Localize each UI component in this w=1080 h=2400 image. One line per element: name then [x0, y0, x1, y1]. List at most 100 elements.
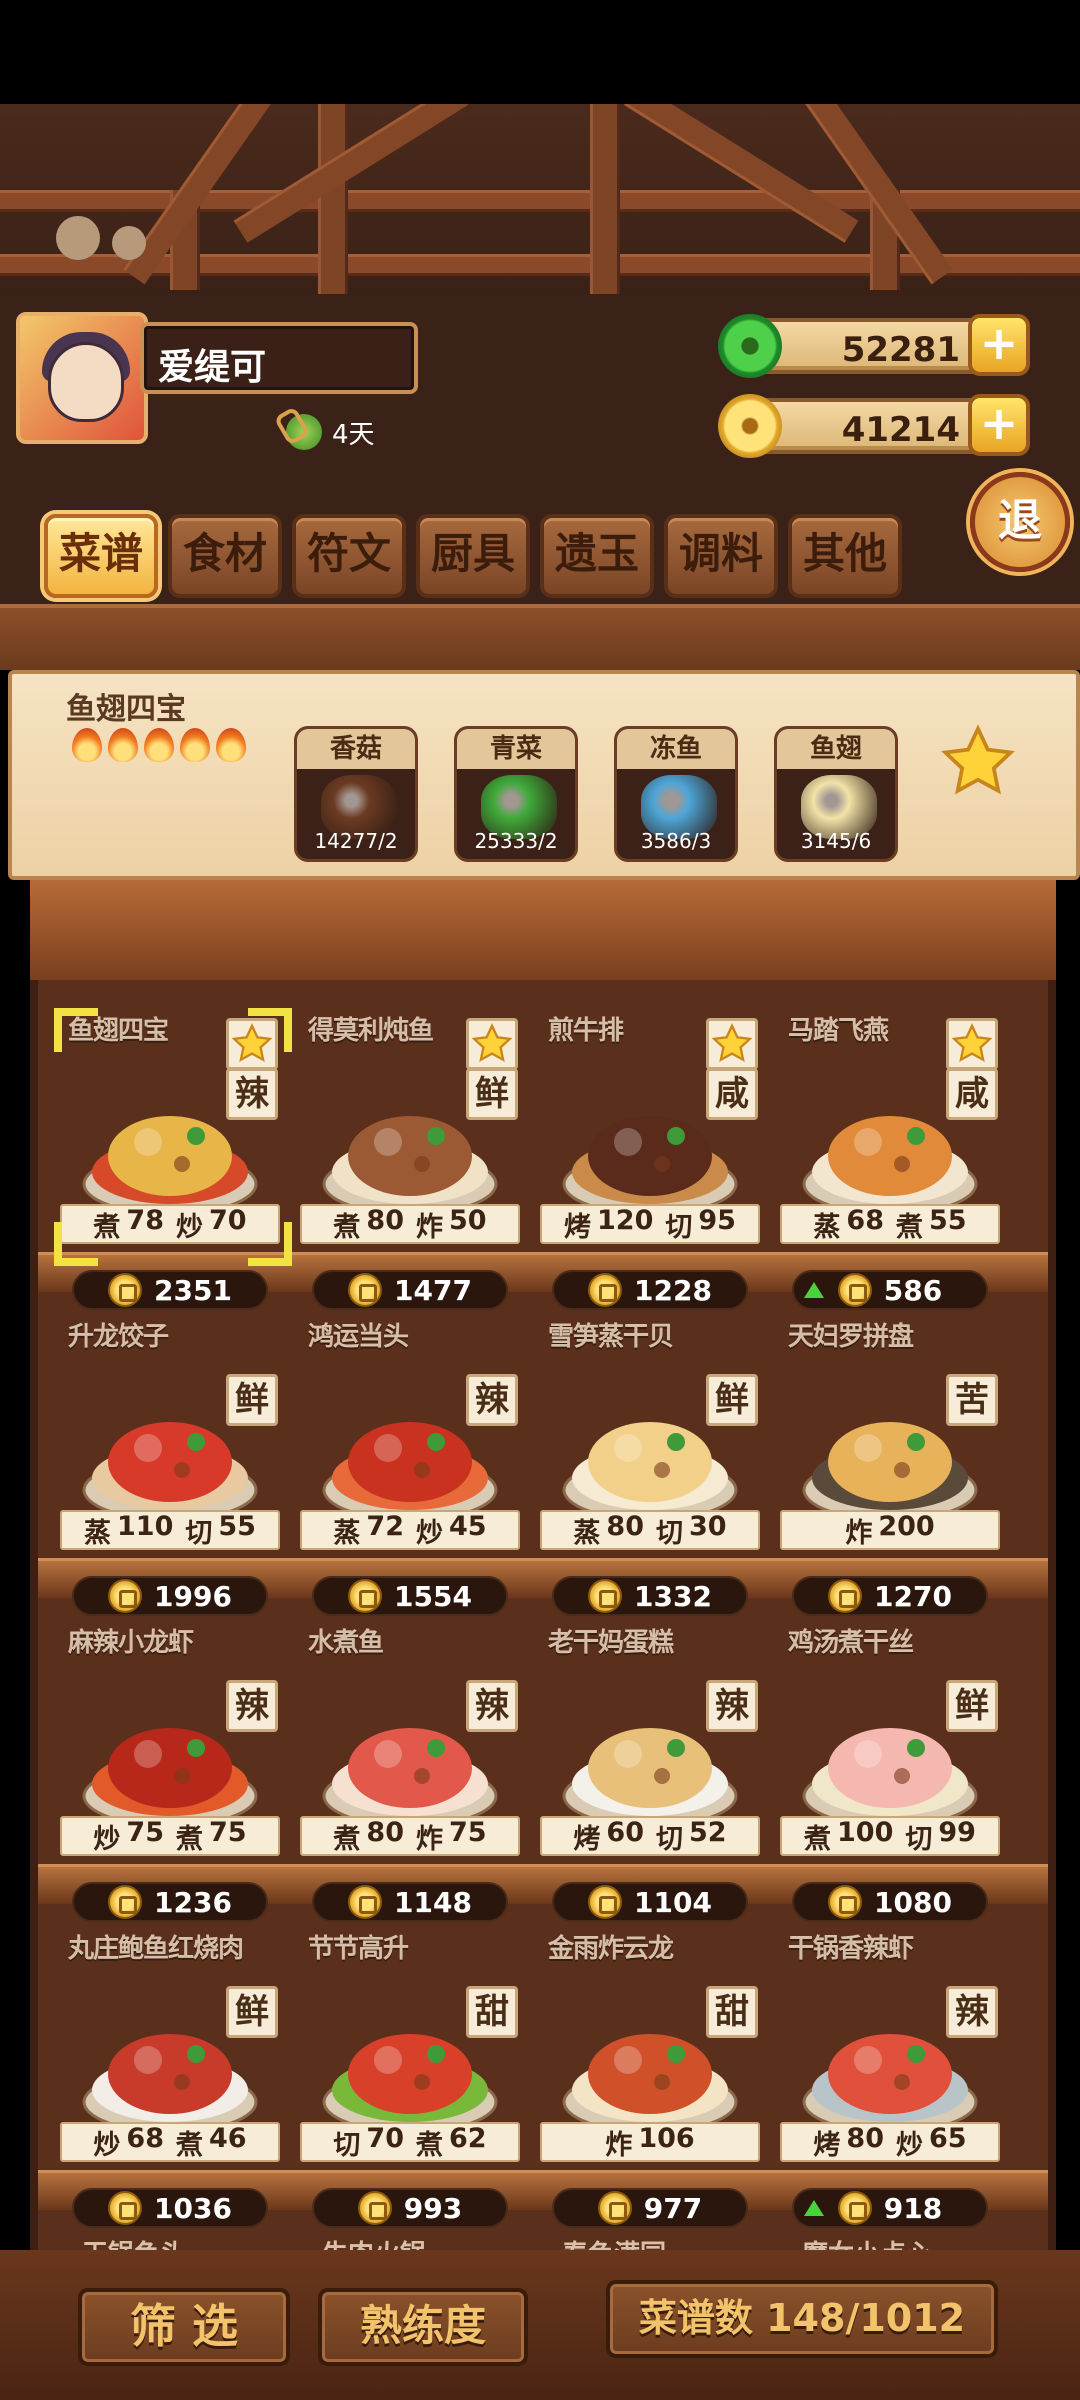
recipe-card[interactable]: 水煮鱼辣煮 80 炸 75	[294, 1620, 526, 1880]
stat-2: 切 52	[652, 1817, 731, 1856]
flame-icon	[108, 728, 138, 762]
recipe-name: 得莫利炖鱼	[308, 1016, 434, 1046]
coin-icon	[837, 2191, 872, 2225]
favorite-star-icon[interactable]	[706, 1018, 758, 1070]
add-coin-button[interactable]: +	[968, 394, 1030, 456]
recipe-price: 993	[312, 2188, 508, 2228]
price-value: 977	[643, 2191, 703, 2225]
price-value: 1554	[394, 1579, 472, 1613]
recipe-stats: 煮 80 炸 75	[300, 1816, 520, 1856]
stat-2-value: 99	[938, 1816, 976, 1848]
flavor-badge: 甜	[706, 1986, 758, 2038]
stat-1-value: 68	[846, 1204, 884, 1236]
stat-1-value: 75	[126, 1816, 164, 1848]
stat-1: 烤 60	[569, 1817, 648, 1856]
price-value: 1104	[634, 1885, 712, 1919]
recipe-card[interactable]: 麻辣小龙虾辣炒 75 煮 75	[54, 1620, 286, 1880]
tab-seasoning[interactable]: 调料	[664, 514, 778, 598]
tab-other[interactable]: 其他	[788, 514, 902, 598]
filter-button[interactable]: 筛 选	[78, 2288, 290, 2366]
stat-1-skill: 炸	[845, 1517, 873, 1549]
stat-1-skill: 蒸	[333, 1517, 361, 1549]
flavor-badge: 鲜	[226, 1374, 278, 1426]
coin-icon	[348, 1885, 383, 1919]
recipe-card[interactable]: 煎牛排咸烤 120 切 95	[534, 1008, 766, 1268]
exit-button[interactable]: 退	[970, 472, 1070, 572]
player-name-box[interactable]: 爱缇可	[140, 322, 418, 394]
stat-2-value: 30	[689, 1510, 727, 1542]
bottom-bar: 筛 选 熟练度 菜谱数 148/1012	[0, 2250, 1080, 2400]
stat-1-skill: 烤	[564, 1211, 592, 1243]
price-value: 1228	[634, 1273, 712, 1307]
recipe-card[interactable]: 升龙饺子鲜蒸 110 切 55	[54, 1314, 286, 1574]
tab-ingredients[interactable]: 食材	[168, 514, 282, 598]
tab-recipes[interactable]: 菜谱	[44, 514, 158, 598]
selection-corner	[248, 1008, 292, 1052]
recipe-card[interactable]: 节节高升甜切 70 煮 62	[294, 1926, 526, 2186]
recipe-card[interactable]: 鸡汤煮干丝鲜煮 100 切 99	[774, 1620, 1006, 1880]
favorite-star-icon[interactable]	[946, 1018, 998, 1070]
player-avatar[interactable]	[16, 312, 148, 444]
recipe-card[interactable]: 鸿运当头辣蒸 72 炒 45	[294, 1314, 526, 1574]
stat-2: 炸 50	[412, 1205, 491, 1244]
favorite-star-icon[interactable]	[466, 1018, 518, 1070]
recipe-card[interactable]: 丸庄鲍鱼红烧肉鲜炒 68 煮 46	[54, 1926, 286, 2186]
favorite-star-icon[interactable]	[940, 724, 1016, 800]
stat-1-value: 80	[366, 1816, 404, 1848]
proficiency-button[interactable]: 熟练度	[318, 2288, 528, 2366]
recipe-card[interactable]: 马踏飞燕咸蒸 68 煮 55	[774, 1008, 1006, 1268]
ingredient-quantity: 3586/3	[640, 829, 712, 853]
recipe-count-display: 菜谱数 148/1012	[606, 2280, 998, 2358]
stat-1-value: 200	[878, 1510, 935, 1542]
recipe-card[interactable]: 雪笋蒸干贝鲜蒸 80 切 30	[534, 1314, 766, 1574]
stat-1-value: 70	[366, 2122, 404, 2154]
recipe-name: 马踏飞燕	[788, 1016, 889, 1046]
recipe-card[interactable]: 得莫利炖鱼鲜煮 80 炸 50	[294, 1008, 526, 1268]
stat-1-value: 60	[606, 1816, 644, 1848]
recipe-name: 升龙饺子	[68, 1322, 169, 1352]
price-value: 1270	[874, 1579, 952, 1613]
ingredient-slot[interactable]: 香菇 14277/2	[294, 726, 418, 862]
flavor-badge: 辣	[946, 1986, 998, 2038]
ingredient-slot[interactable]: 青菜 25333/2	[454, 726, 578, 862]
ingredient-slot[interactable]: 冻鱼 3586/3	[614, 726, 738, 862]
flavor-badge: 鲜	[226, 1986, 278, 2038]
tab-runes[interactable]: 符文	[292, 514, 406, 598]
stat-1: 煮 80	[329, 1817, 408, 1856]
coin-icon	[828, 1885, 863, 1919]
recipe-card[interactable]: 干锅香辣虾辣烤 80 炒 65	[774, 1926, 1006, 2186]
recipe-card[interactable]: 天妇罗拼盘苦炸 200	[774, 1314, 1006, 1574]
flame-icon	[72, 728, 102, 762]
stat-1-value: 68	[126, 2122, 164, 2154]
stat-1-skill: 烤	[573, 1823, 601, 1855]
stat-2: 煮 62	[412, 2123, 491, 2162]
recipe-card[interactable]: 金雨炸云龙甜炸 106	[534, 1926, 766, 2186]
flavor-badge: 鲜	[706, 1374, 758, 1426]
shelf-band	[0, 604, 1080, 670]
tab-cookware[interactable]: 厨具	[416, 514, 530, 598]
coin-icon	[588, 1579, 623, 1613]
price-value: 1477	[394, 1273, 472, 1307]
stat-2-value: 55	[218, 1510, 256, 1542]
recipe-stats: 蒸 80 切 30	[540, 1510, 760, 1550]
add-jade-button[interactable]: +	[968, 314, 1030, 376]
jade-currency: 52281 +	[718, 314, 1030, 378]
tab-relic-jade[interactable]: 遗玉	[540, 514, 654, 598]
recipe-name: 鸡汤煮干丝	[788, 1628, 914, 1658]
coin-icon	[108, 2191, 143, 2225]
price-value: 918	[883, 2191, 943, 2225]
flavor-badge: 鲜	[466, 1068, 518, 1120]
recipe-stats: 炸 106	[540, 2122, 760, 2162]
price-value: 1996	[154, 1579, 232, 1613]
stat-1: 煮 100	[800, 1817, 897, 1856]
stat-2: 煮 55	[892, 1205, 971, 1244]
ingredient-slot[interactable]: 鱼翅 3145/6	[774, 726, 898, 862]
coin-icon	[588, 1273, 623, 1307]
stat-2-skill: 炒	[416, 1517, 443, 1549]
stat-1-value: 106	[638, 2122, 695, 2154]
recipe-card[interactable]: 老干妈蛋糕辣烤 60 切 52	[534, 1620, 766, 1880]
stat-1: 切 70	[329, 2123, 408, 2162]
stat-1-skill: 烤	[813, 2129, 841, 2161]
price-up-arrow-icon	[804, 2200, 824, 2216]
recipe-price: 1080	[792, 1882, 988, 1922]
